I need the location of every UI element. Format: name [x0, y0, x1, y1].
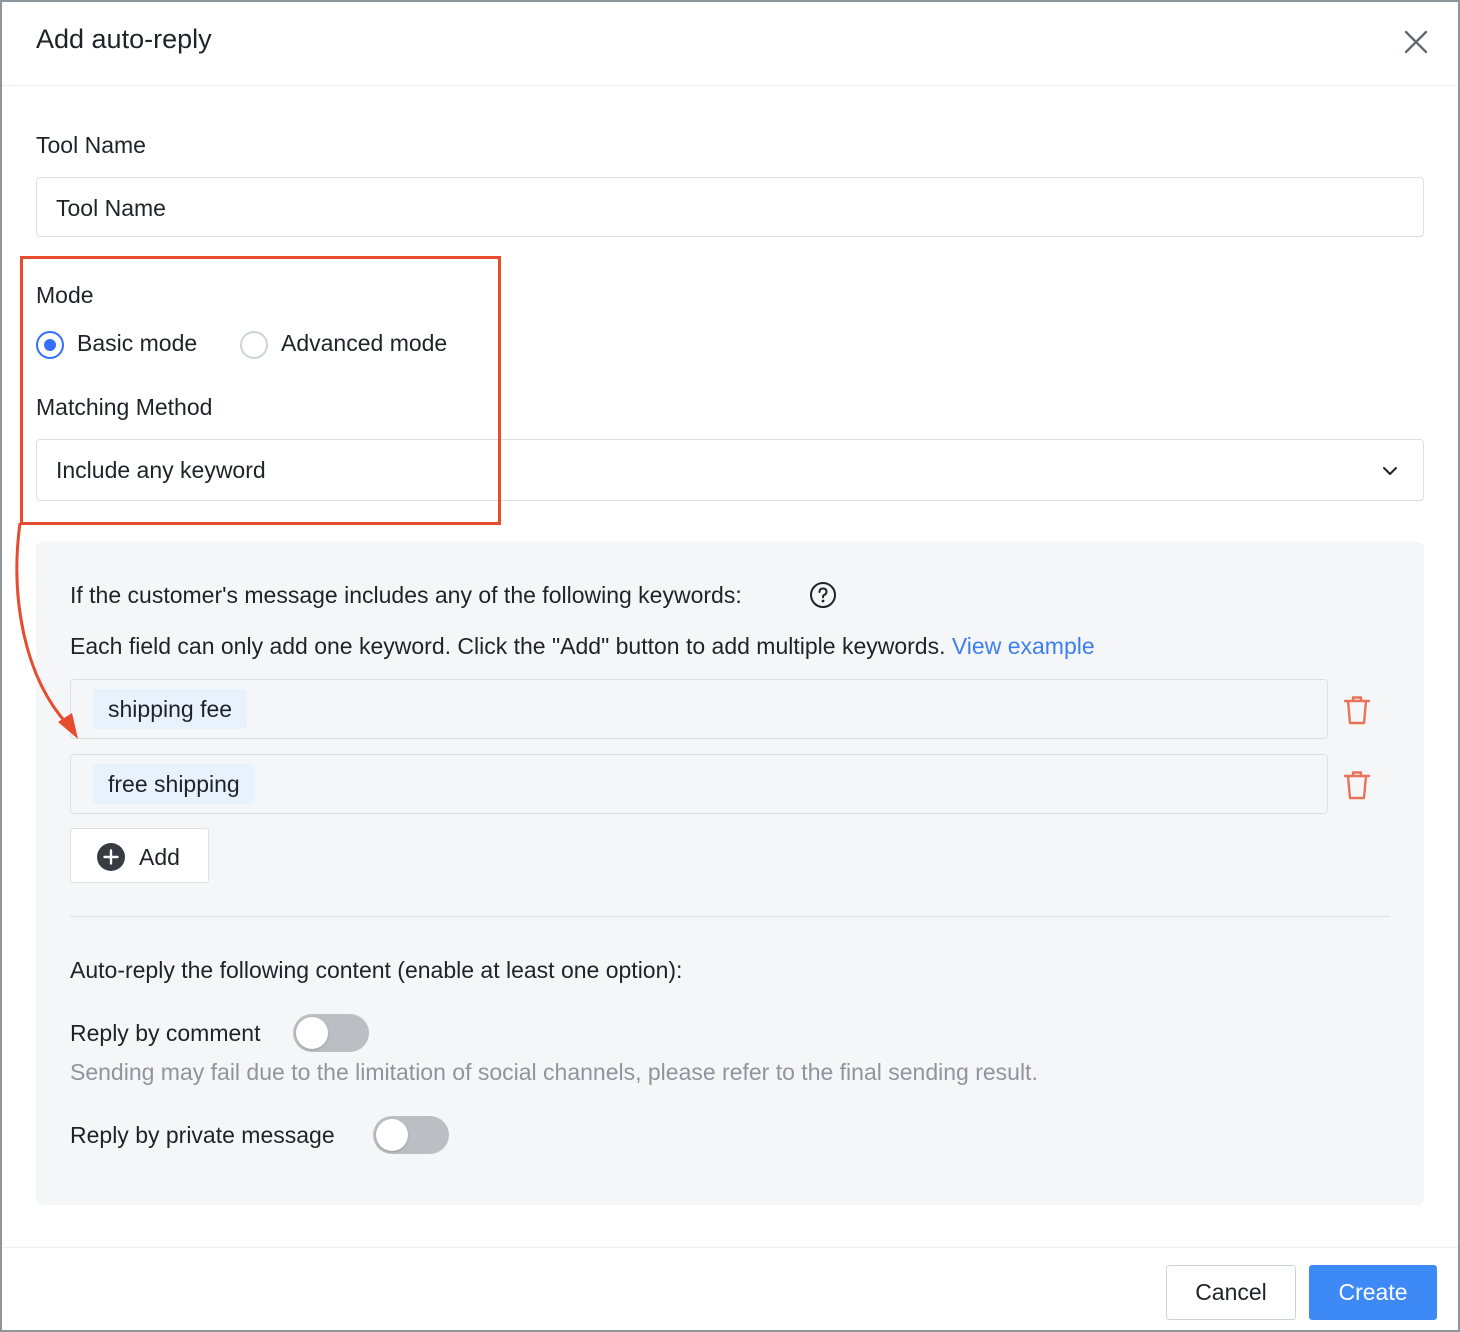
reply-by-private-message-toggle[interactable] [373, 1116, 449, 1154]
auto-reply-heading: Auto-reply the following content (enable… [70, 957, 683, 983]
cancel-button[interactable]: Cancel [1166, 1265, 1296, 1320]
keywords-intro: If the customer's message includes any o… [70, 582, 742, 609]
add-keyword-button[interactable]: Add [70, 828, 209, 883]
radio-basic-mode-label: Basic mode [77, 330, 198, 356]
create-button[interactable]: Create [1309, 1265, 1437, 1320]
keywords-instruction-text: Each field can only add one keyword. Cli… [70, 633, 946, 659]
radio-circle-checked [36, 331, 64, 359]
keywords-panel: If the customer's message includes any o… [36, 542, 1424, 1205]
dialog-footer: Cancel Create [2, 1247, 1458, 1332]
question-circle-icon[interactable] [809, 581, 837, 609]
reply-by-comment-label: Reply by comment [70, 1020, 261, 1046]
matching-method-select[interactable]: Include any keyword [36, 439, 1424, 501]
comment-hint: Sending may fail due to the limitation o… [70, 1059, 1038, 1085]
keywords-intro-text: If the customer's message includes any o… [70, 582, 742, 608]
trash-icon[interactable] [1342, 694, 1372, 726]
close-icon[interactable] [1400, 26, 1432, 58]
view-example-link[interactable]: View example [952, 633, 1095, 659]
keywords-instruction: Each field can only add one keyword. Cli… [70, 633, 1095, 660]
reply-by-comment-toggle[interactable] [293, 1014, 369, 1052]
matching-method-label: Matching Method [36, 394, 213, 420]
dialog-header: Add auto-reply [2, 2, 1458, 86]
keyword-field[interactable]: shipping fee [70, 679, 1328, 739]
add-keyword-label: Add [139, 844, 180, 870]
tool-name-input[interactable]: Tool Name [36, 177, 1424, 237]
keyword-tag: shipping fee [93, 689, 248, 729]
radio-advanced-mode-label: Advanced mode [281, 330, 448, 356]
plus-circle-icon [97, 843, 125, 871]
matching-method-value: Include any keyword [56, 457, 266, 483]
add-auto-reply-dialog: Add auto-reply Tool Name Tool Name Mode … [0, 0, 1460, 1332]
divider [70, 916, 1390, 917]
chevron-down-icon[interactable] [1380, 461, 1400, 481]
radio-circle [240, 331, 268, 359]
tool-name-label: Tool Name [36, 132, 146, 158]
keyword-field[interactable]: free shipping [70, 754, 1328, 814]
tool-name-value: Tool Name [56, 195, 166, 221]
keyword-tag: free shipping [93, 764, 255, 804]
mode-label: Mode [36, 282, 94, 308]
dialog-title: Add auto-reply [36, 24, 212, 54]
reply-by-private-message-label: Reply by private message [70, 1122, 335, 1148]
trash-icon[interactable] [1342, 769, 1372, 801]
